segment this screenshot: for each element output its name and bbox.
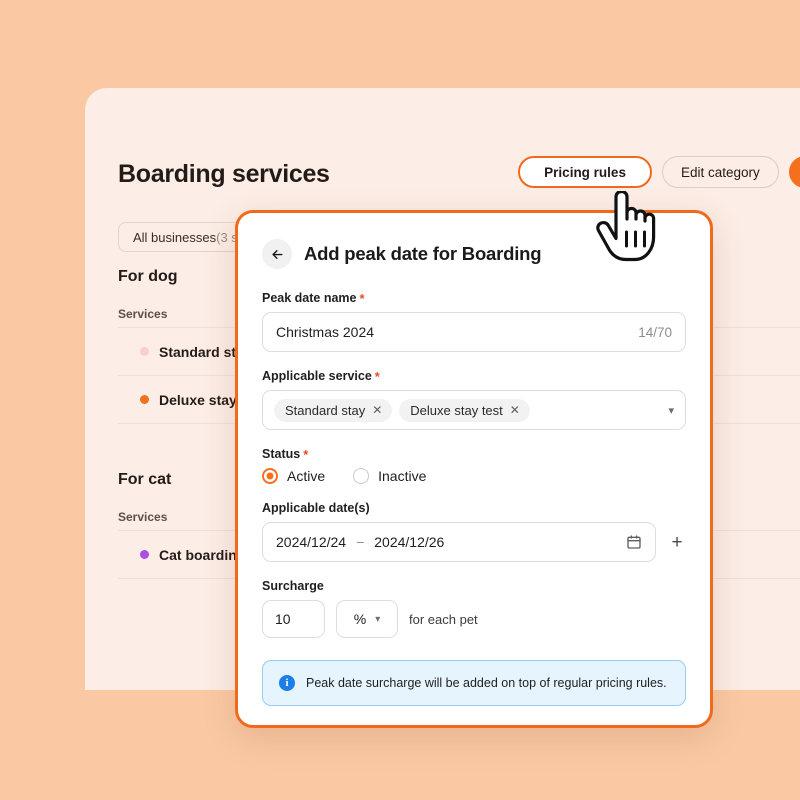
modal-header: Add peak date for Boarding	[238, 213, 710, 269]
modal-body: Peak date name * Christmas 2024 14/70 Ap…	[238, 269, 710, 706]
surcharge-unit-select[interactable]: % ▾	[336, 600, 398, 638]
date-start-value[interactable]: 2024/12/24	[276, 534, 346, 550]
info-banner: i Peak date surcharge will be added on t…	[262, 660, 686, 706]
date-range-input[interactable]: 2024/12/24 − 2024/12/26	[262, 522, 656, 562]
surcharge-label-text: Surcharge	[262, 579, 324, 593]
surcharge-label: Surcharge	[262, 579, 686, 593]
surcharge-suffix-label: for each pet	[409, 611, 478, 627]
screenshot-stage: Boarding services Pricing rules Edit cat…	[0, 0, 800, 800]
calendar-icon[interactable]	[626, 534, 642, 550]
edit-category-button[interactable]: Edit category	[661, 156, 779, 188]
add-peak-date-modal: Add peak date for Boarding Peak date nam…	[235, 210, 713, 728]
required-asterisk: *	[374, 368, 380, 384]
field-peak-date-name: Peak date name * Christmas 2024 14/70	[262, 291, 686, 352]
status-label: Status *	[262, 447, 686, 461]
pricing-rules-button[interactable]: Pricing rules	[518, 156, 652, 188]
info-banner-text: Peak date surcharge will be added on top…	[306, 676, 667, 690]
info-icon: i	[279, 675, 295, 691]
status-radio-active[interactable]: Active	[262, 468, 325, 484]
peak-date-name-value: Christmas 2024	[276, 324, 375, 340]
status-inactive-label: Inactive	[378, 468, 427, 484]
chevron-down-icon[interactable]: ▾	[668, 404, 674, 417]
applicable-service-label-text: Applicable service	[262, 369, 372, 383]
page-title: Boarding services	[118, 160, 330, 188]
service-tag: Standard stay ✕	[274, 398, 393, 422]
service-color-dot	[140, 347, 149, 356]
status-active-label: Active	[287, 468, 326, 484]
add-button[interactable]: Add p	[788, 156, 800, 188]
peak-date-name-label-text: Peak date name	[262, 291, 357, 305]
radio-indicator-active	[262, 468, 278, 484]
date-range-separator: −	[356, 534, 365, 550]
peak-date-name-label: Peak date name *	[262, 291, 686, 305]
applicable-service-select[interactable]: Standard stay ✕ Deluxe stay test ✕ ▾	[262, 390, 686, 430]
date-end-value[interactable]: 2024/12/26	[374, 534, 444, 550]
status-label-text: Status	[262, 447, 301, 461]
chevron-down-icon: ▾	[375, 613, 381, 625]
header-actions: Pricing rules Edit category Add p	[518, 156, 800, 188]
status-radio-inactive[interactable]: Inactive	[353, 468, 426, 484]
field-applicable-dates: Applicable date(s) 2024/12/24 − 2024/12/…	[262, 501, 686, 562]
date-range-row: 2024/12/24 − 2024/12/26 +	[262, 522, 686, 562]
surcharge-unit-value: %	[353, 611, 367, 627]
field-applicable-service: Applicable service * Standard stay ✕ Del…	[262, 369, 686, 430]
add-date-range-button[interactable]: +	[668, 533, 686, 552]
modal-title: Add peak date for Boarding	[304, 243, 542, 264]
applicable-dates-label: Applicable date(s)	[262, 501, 686, 515]
page-header: Boarding services Pricing rules Edit cat…	[118, 156, 800, 202]
arrow-left-icon	[271, 249, 283, 259]
field-status: Status * Active Inactive	[262, 447, 686, 484]
required-asterisk: *	[359, 290, 365, 306]
field-surcharge: Surcharge 10 % ▾ for each pet	[262, 579, 686, 638]
back-button[interactable]	[262, 239, 292, 269]
service-color-dot	[140, 395, 149, 404]
radio-indicator-inactive	[353, 468, 370, 484]
service-tag-label: Standard stay	[285, 402, 366, 418]
business-filter-label: All businesses	[133, 229, 217, 245]
remove-tag-icon[interactable]: ✕	[372, 404, 382, 416]
service-color-dot	[140, 550, 149, 559]
applicable-service-label: Applicable service *	[262, 369, 686, 383]
service-tag: Deluxe stay test ✕	[399, 398, 530, 422]
surcharge-row: 10 % ▾ for each pet	[262, 600, 686, 638]
applicable-dates-label-text: Applicable date(s)	[262, 501, 370, 515]
remove-tag-icon[interactable]: ✕	[510, 404, 520, 416]
character-counter: 14/70	[638, 324, 672, 340]
status-radio-group: Active Inactive	[262, 468, 686, 484]
service-tag-label: Deluxe stay test	[410, 402, 503, 418]
service-name: Cat boarding	[159, 546, 246, 563]
peak-date-name-input[interactable]: Christmas 2024 14/70	[262, 312, 686, 352]
surcharge-amount-input[interactable]: 10	[262, 600, 325, 638]
required-asterisk: *	[303, 446, 309, 462]
